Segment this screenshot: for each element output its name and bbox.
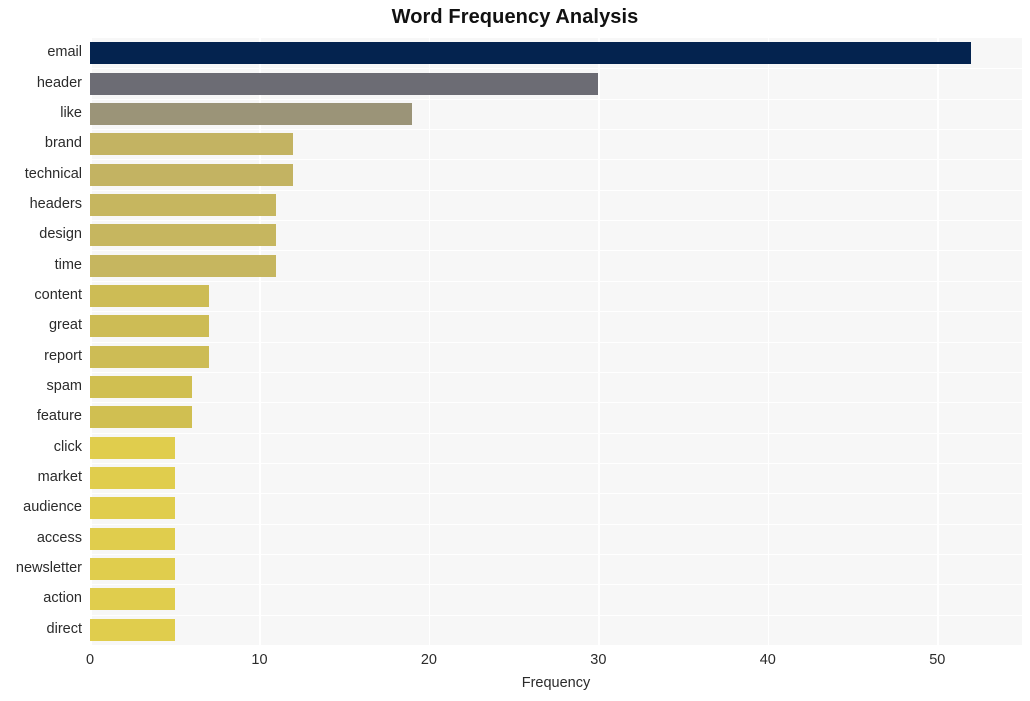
x-tick-label: 20: [420, 652, 437, 668]
x-tick-label: 30: [590, 652, 607, 668]
word-frequency-chart-figure: Word Frequency Analysis email header like b…: [0, 0, 1030, 701]
x-axis-tick-labels: 0 10 20 30 40 50: [0, 0, 1030, 701]
x-tick-label: 40: [759, 652, 776, 668]
x-axis-label: Frequency: [521, 675, 591, 691]
x-tick-label: 0: [85, 652, 95, 668]
x-tick-label: 10: [251, 652, 268, 668]
x-tick-label: 50: [929, 652, 946, 668]
